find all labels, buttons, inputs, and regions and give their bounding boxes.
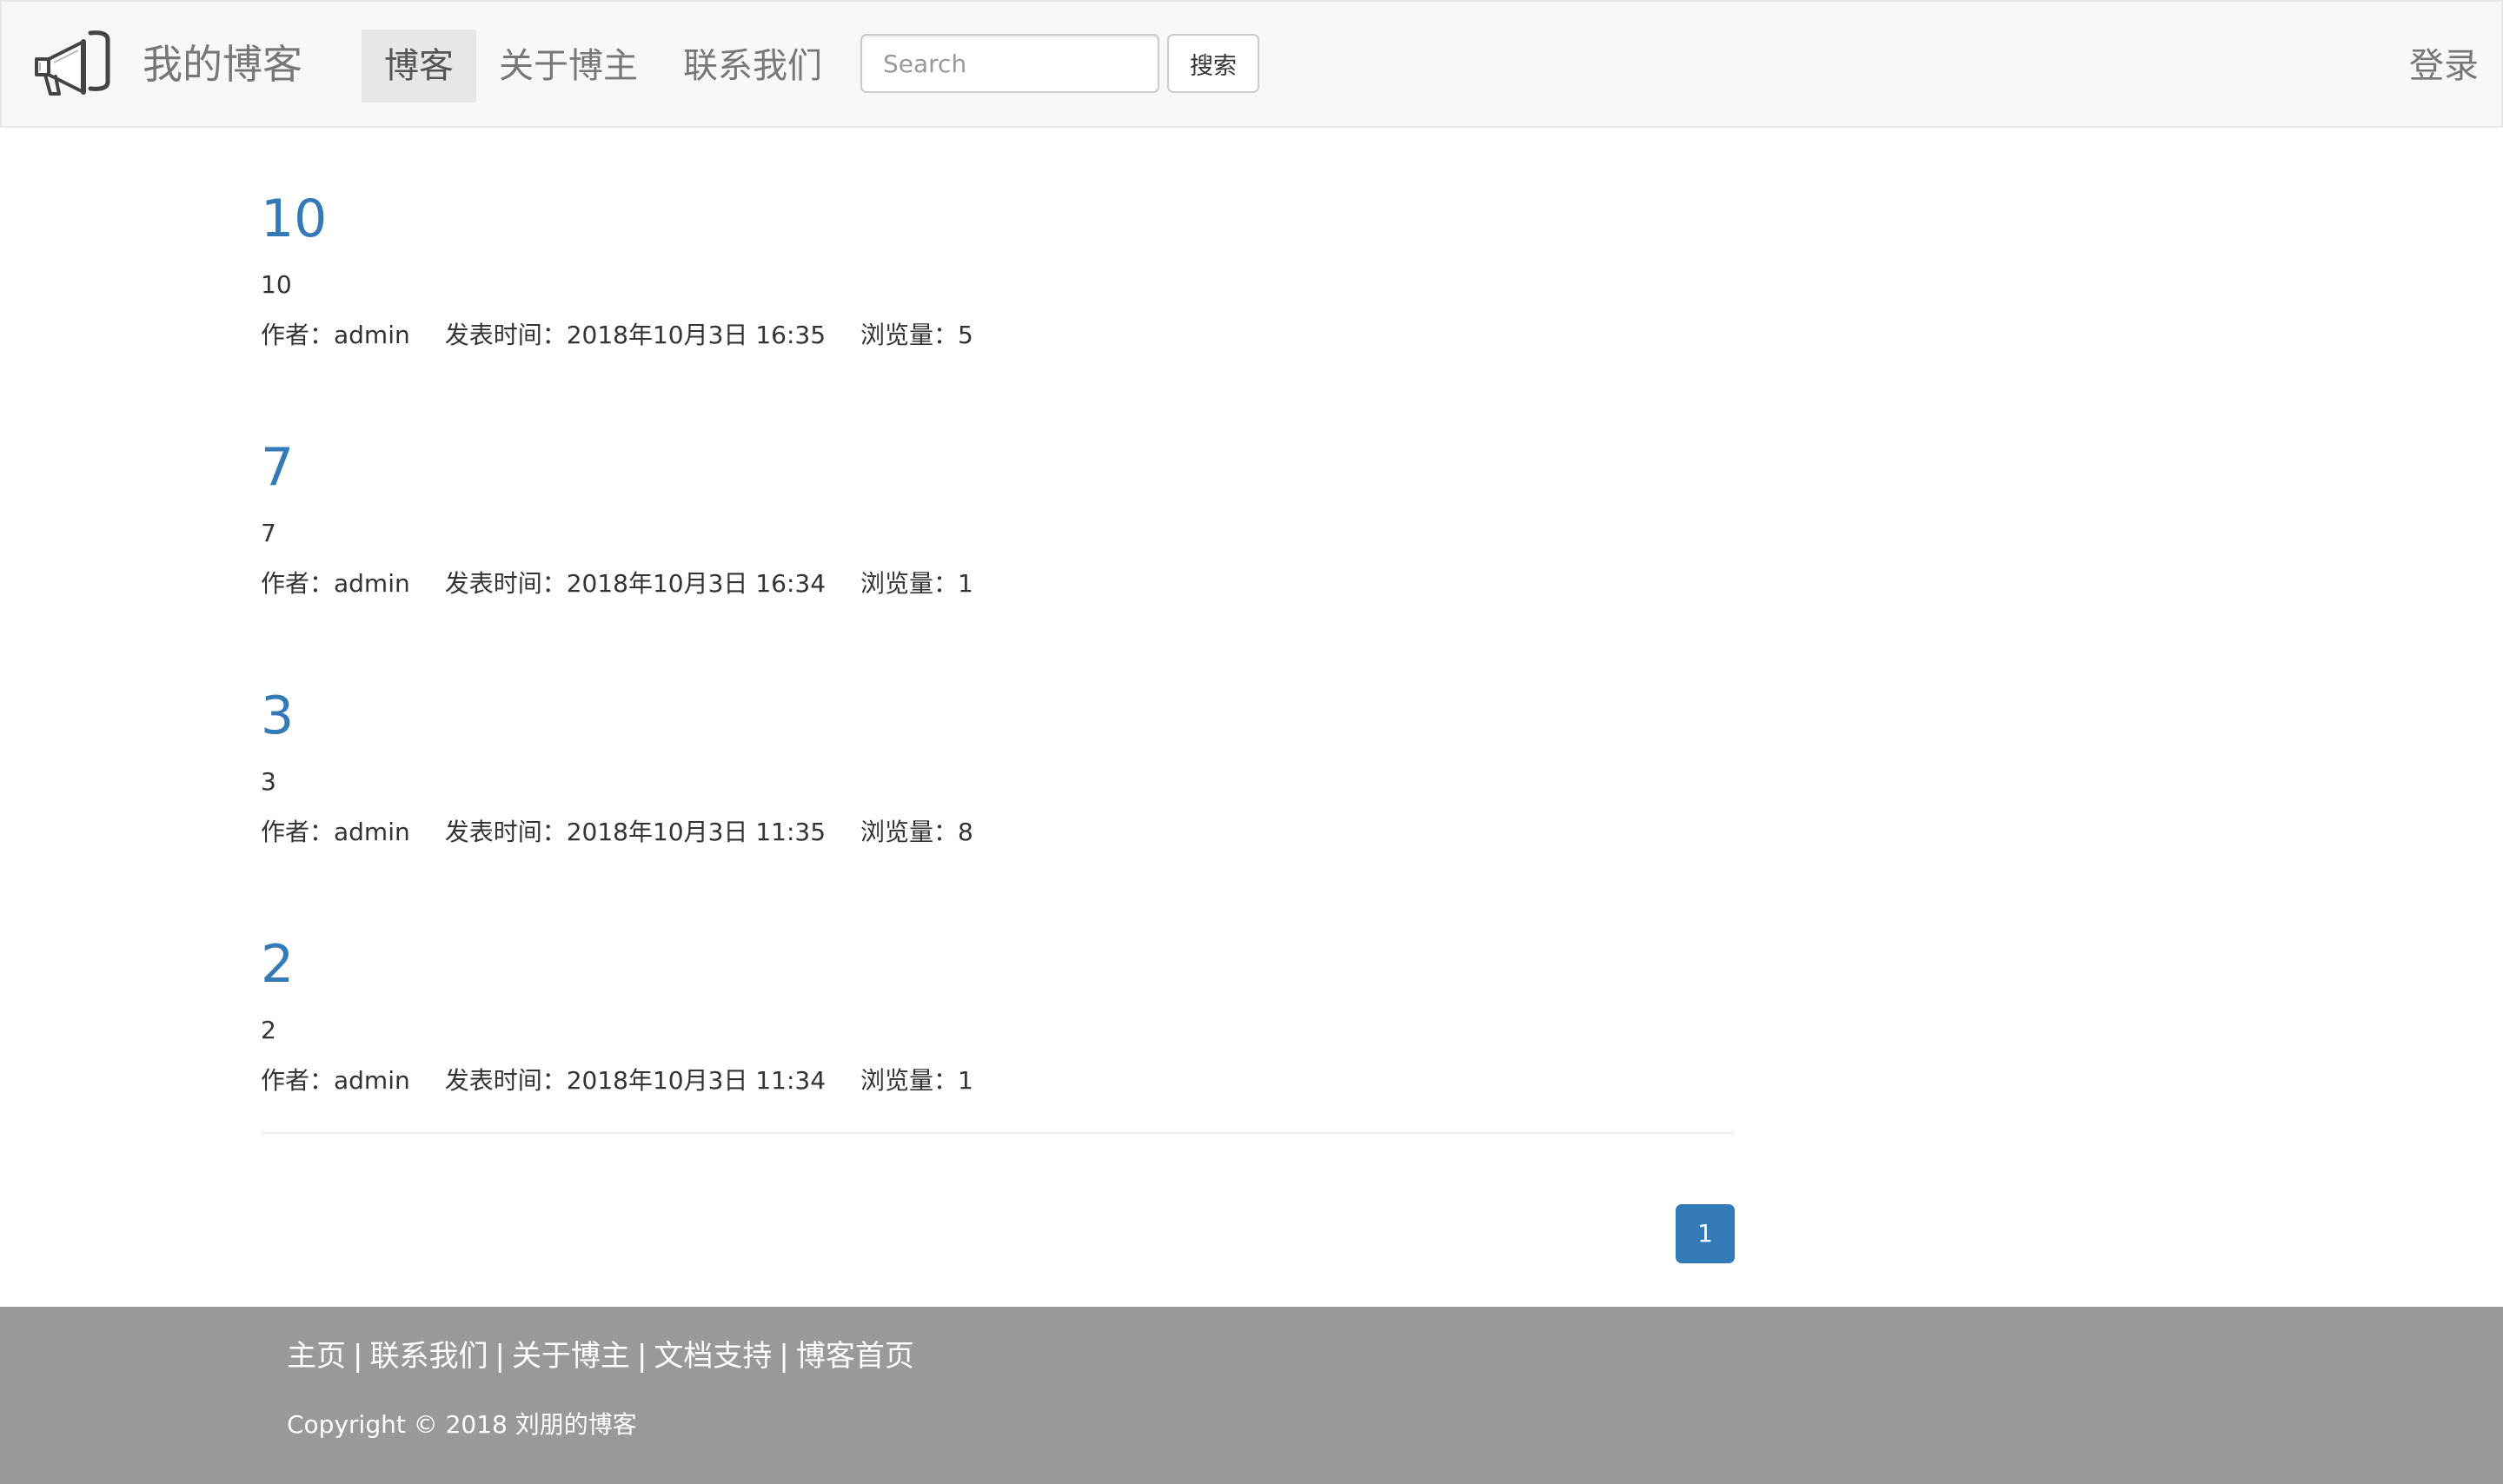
content-divider [261,1132,1735,1134]
footer-separator: | [495,1339,505,1374]
post-view-count: 浏览量：1 [860,569,973,598]
footer-separator: | [353,1339,363,1374]
post-item: 10 10 作者：admin 发表时间：2018年10月3日 16:35 浏览量… [261,174,1735,422]
post-title-link[interactable]: 3 [261,685,294,747]
nav-tabs: 博客 关于博主 联系我们 [362,30,845,103]
post-published-time: 发表时间：2018年10月3日 16:35 [444,321,827,349]
post-item: 7 7 作者：admin 发表时间：2018年10月3日 16:34 浏览量：1 [261,422,1735,671]
footer-separator: | [636,1339,647,1374]
navbar: 我的博客 博客 关于博主 联系我们 搜索 登录 [0,0,2503,128]
search-button[interactable]: 搜索 [1167,34,1259,93]
footer: 主页 | 联系我们 | 关于博主 | 文档支持 | 博客首页 Copyright… [0,1307,2503,1484]
pagination-page-button[interactable]: 1 [1676,1204,1735,1263]
footer-separator: | [779,1339,789,1374]
post-meta: 作者：admin 发表时间：2018年10月3日 16:35 浏览量：5 [261,320,1008,351]
post-author: 作者：admin [261,1066,410,1095]
post-view-count: 浏览量：8 [860,818,973,846]
post-title-link[interactable]: 10 [261,188,327,250]
post-title-link[interactable]: 7 [261,436,294,499]
post-published-time: 发表时间：2018年10月3日 11:34 [444,1066,827,1095]
post-summary: 7 [261,519,276,547]
brand-title[interactable]: 我的博客 [143,40,302,89]
post-item: 3 3 作者：admin 发表时间：2018年10月3日 11:35 浏览量：8 [261,671,1735,919]
footer-link-docs[interactable]: 文档支持 [654,1338,772,1375]
footer-link-contact-us[interactable]: 联系我们 [369,1338,488,1375]
footer-link-blog-home[interactable]: 博客首页 [796,1338,914,1375]
login-link[interactable]: 登录 [2409,40,2479,92]
post-item: 2 2 作者：admin 发表时间：2018年10月3日 11:34 浏览量：1 [261,919,1735,1168]
megaphone-icon[interactable] [30,26,115,99]
post-meta: 作者：admin 发表时间：2018年10月3日 16:34 浏览量：1 [261,568,1008,600]
tab-about-blogger[interactable]: 关于博主 [476,30,661,103]
copyright-text: Copyright © 2018 刘朋的博客 [287,1410,637,1439]
post-summary: 3 [261,767,276,796]
post-title-link[interactable]: 2 [261,933,294,996]
search-input[interactable] [860,34,1159,93]
post-meta: 作者：admin 发表时间：2018年10月3日 11:34 浏览量：1 [261,1065,1008,1096]
post-view-count: 浏览量：1 [860,1066,973,1095]
post-published-time: 发表时间：2018年10月3日 16:34 [444,569,827,598]
post-meta: 作者：admin 发表时间：2018年10月3日 11:35 浏览量：8 [261,817,1008,848]
tab-contact-us[interactable]: 联系我们 [661,30,845,103]
tab-blog[interactable]: 博客 [362,30,476,103]
post-author: 作者：admin [261,818,410,846]
footer-link-home[interactable]: 主页 [287,1338,346,1375]
post-author: 作者：admin [261,569,410,598]
footer-links: 主页 | 联系我们 | 关于博主 | 文档支持 | 博客首页 [287,1338,914,1375]
post-summary: 2 [261,1016,276,1044]
post-list: 10 10 作者：admin 发表时间：2018年10月3日 16:35 浏览量… [261,174,1735,1168]
post-view-count: 浏览量：5 [860,321,973,349]
post-author: 作者：admin [261,321,410,349]
post-published-time: 发表时间：2018年10月3日 11:35 [444,818,827,846]
post-summary: 10 [261,270,292,299]
footer-link-about-blogger[interactable]: 关于博主 [512,1338,630,1375]
